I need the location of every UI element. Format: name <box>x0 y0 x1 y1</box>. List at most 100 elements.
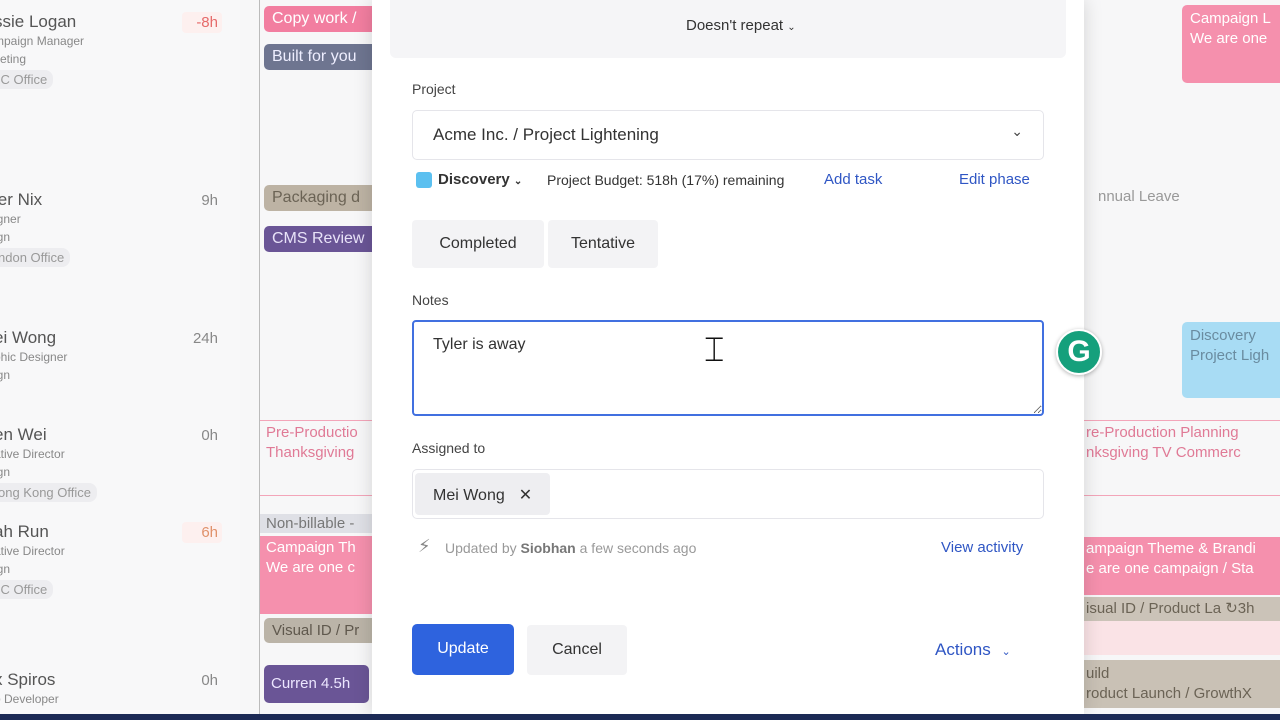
allocation-chip[interactable]: Packaging d <box>264 185 372 211</box>
allocation-chip[interactable]: Built for you <box>264 44 372 70</box>
allocation-outline[interactable]: Pre-Productio Thanksgiving <box>260 420 372 496</box>
updated-by: Siobhan <box>520 540 576 556</box>
person-office: 'C Office <box>0 580 54 599</box>
chevron-down-icon: ⌄ <box>1011 123 1023 139</box>
person-role: igner <box>0 212 21 226</box>
schedule-column-left: Copy work / Built for you Packaging d CM… <box>260 0 372 714</box>
assignee-name: Mei Wong <box>433 487 505 504</box>
person-role: ative Director <box>0 544 65 558</box>
allocation-title: Discovery <box>1190 327 1256 344</box>
allocation-outline[interactable]: re-Production Planning nksgiving TV Comme… <box>1080 420 1280 496</box>
project-budget: Project Budget: 518h (17%) remaining <box>547 172 785 188</box>
allocation-subtitle: Thanksgiving <box>266 444 355 461</box>
allocation-title: uild <box>1086 665 1110 682</box>
allocation-subtitle: nksgiving TV Commerc <box>1086 444 1241 461</box>
updated-info: Updated by Siobhan a few seconds ago <box>445 540 696 556</box>
notes-label: Notes <box>412 292 449 308</box>
actions-dropdown[interactable]: Actions ⌄ <box>935 640 1011 660</box>
person-name: ler Nix <box>0 190 43 209</box>
edit-phase-link[interactable]: Edit phase <box>959 171 1030 188</box>
repeat-section: Doesn't repeat ⌄ <box>390 0 1066 58</box>
person-name: ssie Logan <box>0 12 77 31</box>
project-label: Project <box>412 81 456 97</box>
project-select[interactable]: Acme Inc. / Project Lightening ⌄ <box>412 110 1044 160</box>
person-department: ign <box>0 465 11 479</box>
assignee-input[interactable]: Mei Wong ✕ <box>412 469 1044 519</box>
allocation-modal: Doesn't repeat ⌄ Project Acme Inc. / Pro… <box>372 0 1084 714</box>
tentative-toggle[interactable]: Tentative <box>548 220 658 268</box>
allocation-title: Campaign Th <box>266 539 356 556</box>
annual-leave-label: nnual Leave <box>1098 188 1180 205</box>
completed-toggle[interactable]: Completed <box>412 220 544 268</box>
person-hours: -8h <box>182 12 222 33</box>
chevron-down-icon: ⌄ <box>787 22 796 33</box>
notes-textarea[interactable] <box>412 320 1044 416</box>
allocation-subtitle: roduct Launch / GrowthX <box>1086 685 1252 702</box>
update-button[interactable]: Update <box>412 624 514 675</box>
allocation-chip[interactable]: ampaign Theme & Brandi e are one campaign… <box>1080 537 1280 595</box>
repeat-value: Doesn't repeat <box>686 17 784 34</box>
allocation-chip[interactable]: Curren 4.5h <box>264 665 369 703</box>
person-name: ei Wong <box>0 328 57 347</box>
allocation-chip[interactable]: Campaign Th We are one c <box>260 536 372 614</box>
actions-label: Actions <box>935 640 991 659</box>
assigned-label: Assigned to <box>412 440 486 456</box>
allocation-background <box>1080 621 1280 655</box>
cancel-button[interactable]: Cancel <box>527 625 627 675</box>
allocation-chip[interactable]: uild roduct Launch / GrowthX <box>1080 660 1280 708</box>
phase-dropdown[interactable]: Discovery ⌄ <box>438 171 522 188</box>
allocation-subtitle: e are one campaign / Sta <box>1086 560 1254 577</box>
updated-time: a few seconds ago <box>579 540 697 556</box>
person-hours: 9h <box>201 192 218 209</box>
allocation-chip[interactable]: Discovery Project Ligh <box>1182 322 1280 398</box>
person-role: o Developer <box>0 692 59 706</box>
allocation-chip[interactable]: Non-billable - <box>260 514 372 533</box>
person-hours: 0h <box>201 427 218 444</box>
person-name: en Wei <box>0 425 47 444</box>
person-hours: 0h <box>201 672 218 689</box>
project-value: Acme Inc. / Project Lightening <box>433 125 659 144</box>
assignee-tag: Mei Wong ✕ <box>415 473 551 515</box>
person-name: x Spiros <box>0 670 56 689</box>
person-role: phic Designer <box>0 350 68 364</box>
add-task-link[interactable]: Add task <box>824 171 882 188</box>
person-office: ndon Office <box>0 248 71 267</box>
allocation-title: Campaign L <box>1190 10 1271 27</box>
person-role: mpaign Manager <box>0 34 85 48</box>
person-office: ong Kong Office <box>0 483 97 502</box>
text-cursor-icon: ⌶ <box>704 330 725 370</box>
chevron-down-icon: ⌄ <box>1001 646 1011 658</box>
allocation-subtitle: We are one c <box>266 559 355 576</box>
allocation-chip[interactable]: CMS Review <box>264 226 372 252</box>
allocation-chip[interactable]: Campaign L We are one <box>1182 5 1280 83</box>
allocation-chip[interactable]: Copy work / <box>264 6 372 32</box>
phase-color-swatch <box>416 172 432 188</box>
schedule-column-right: Campaign L We are one nnual Leave Discove… <box>1080 0 1280 714</box>
allocation-title: Pre-Productio <box>266 424 358 441</box>
allocation-title: re-Production Planning <box>1086 424 1239 441</box>
chevron-down-icon: ⌄ <box>513 176 523 187</box>
updated-prefix: Updated by <box>445 540 517 556</box>
repeat-dropdown[interactable]: Doesn't repeat ⌄ <box>686 17 796 34</box>
person-hours: 6h <box>182 522 222 543</box>
view-activity-link[interactable]: View activity <box>941 539 1023 556</box>
allocation-subtitle: Project Ligh <box>1190 347 1270 364</box>
phase-value: Discovery <box>438 171 510 188</box>
person-hours: 24h <box>192 330 218 347</box>
person-department: keting <box>0 52 27 66</box>
grammarly-icon[interactable]: G <box>1056 329 1102 375</box>
people-list: ssie Logan mpaign Manager keting 'C Office -… <box>0 0 240 714</box>
person-department: ign <box>0 562 11 576</box>
person-department: ign <box>0 368 11 382</box>
allocation-chip[interactable]: isual ID / Product La ↻3h <box>1080 597 1280 621</box>
allocation-subtitle: We are one <box>1190 30 1268 47</box>
remove-assignee-icon[interactable]: ✕ <box>519 487 532 504</box>
person-role: ative Director <box>0 447 65 461</box>
person-office: 'C Office <box>0 70 54 89</box>
person-department: ign <box>0 230 11 244</box>
allocation-chip[interactable]: Visual ID / Pr <box>264 618 372 643</box>
bottom-bar <box>0 714 1280 720</box>
lightning-icon: ⚡︎ <box>418 536 431 556</box>
allocation-title: ampaign Theme & Brandi <box>1086 540 1256 557</box>
person-name: ah Run <box>0 522 49 541</box>
